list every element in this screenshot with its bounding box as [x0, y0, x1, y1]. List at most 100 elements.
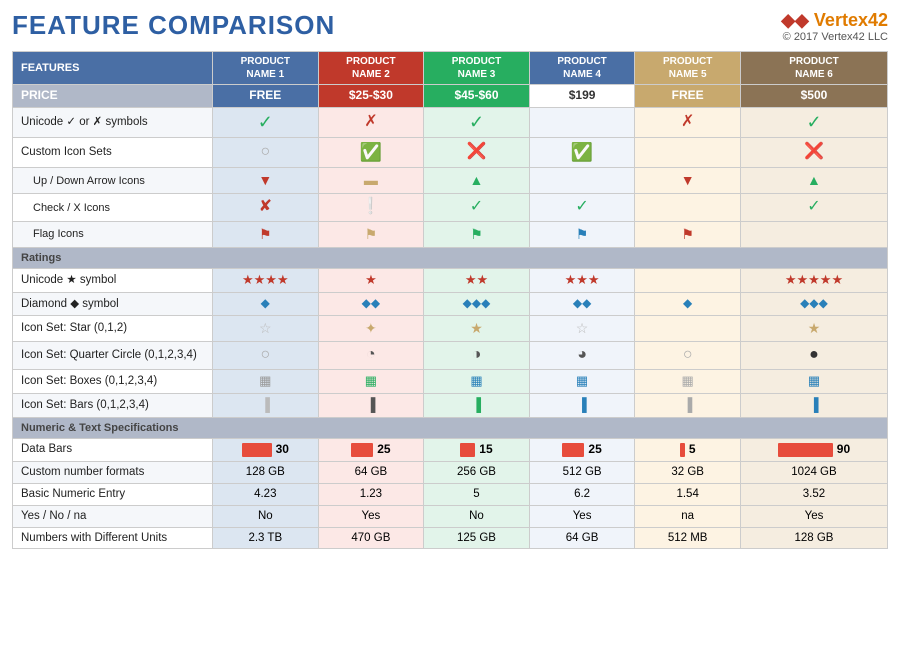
- u-p1: 2.3 TB: [213, 527, 319, 549]
- iconset-star-row: Icon Set: Star (0,1,2) ☆ ✦ ★ ☆ ★: [13, 316, 888, 342]
- arrow-p4: [529, 168, 635, 194]
- feature-unicode: Unicode ✓ or ✗ symbols: [13, 107, 213, 137]
- star-icon: ★★★★★: [785, 272, 843, 287]
- checkx-p4: ✓: [529, 194, 635, 222]
- nf-p5: 32 GB: [635, 461, 741, 483]
- nf-p6: 1024 GB: [740, 461, 887, 483]
- databars-row: Data Bars 30 25 15: [13, 439, 888, 462]
- comparison-table: FEATURES PRODUCTNAME 1 PRODUCTNAME 2 PRO…: [12, 51, 888, 549]
- bars-icon: ▐: [577, 397, 586, 412]
- feature-star: Unicode ★ symbol: [13, 269, 213, 293]
- star-gold-icon: ★: [470, 320, 483, 336]
- yn-p1: No: [213, 505, 319, 527]
- main-title: FEATURE COMPARISON: [12, 10, 335, 41]
- databar-p5: 5: [639, 442, 736, 458]
- flag-p2: ⚑: [318, 222, 424, 248]
- brand-name: Vertex42: [814, 10, 888, 30]
- yn-p3: No: [424, 505, 530, 527]
- diamond-icon: ◆◆: [362, 296, 380, 310]
- ne-p2: 1.23: [318, 483, 424, 505]
- feature-iconset-boxes: Icon Set: Boxes (0,1,2,3,4): [13, 369, 213, 393]
- check-icon: ✓: [470, 198, 483, 215]
- feature-numeric-entry: Basic Numeric Entry: [13, 483, 213, 505]
- feature-numfmt: Custom number formats: [13, 461, 213, 483]
- feature-yesno: Yes / No / na: [13, 505, 213, 527]
- flag-p1: ⚑: [213, 222, 319, 248]
- unicode-row: Unicode ✓ or ✗ symbols ✓ ✗ ✓ ✗ ✓: [13, 107, 888, 137]
- col-p1: PRODUCTNAME 1: [213, 52, 319, 85]
- logo-area: ◆◆ Vertex42 © 2017 Vertex42 LLC: [781, 10, 888, 43]
- star-p1: ★★★★: [213, 269, 319, 293]
- flag-icon: ⚑: [365, 226, 378, 242]
- db-value-p3: 15: [479, 442, 492, 458]
- cis-p4: ✅: [529, 137, 635, 167]
- diamond-p1: ◆: [213, 293, 319, 316]
- databar-p6: 90: [745, 442, 883, 458]
- yn-p6: Yes: [740, 505, 887, 527]
- bars-icon: ▐: [472, 397, 481, 412]
- bar-p2: ▐: [318, 393, 424, 417]
- box-p6: ▦: [740, 369, 887, 393]
- db-p2: 25: [318, 439, 424, 462]
- diamond-icon: ◆◆◆: [800, 296, 828, 310]
- db-p6: 90: [740, 439, 887, 462]
- cis-p1: ○: [213, 137, 319, 167]
- price-p3: $45-$60: [424, 85, 530, 108]
- db-value-p2: 25: [377, 442, 390, 458]
- box-p4: ▦: [529, 369, 635, 393]
- yn-p4: Yes: [529, 505, 635, 527]
- flag-icon: ⚑: [576, 226, 589, 242]
- yesno-row: Yes / No / na No Yes No Yes na Yes: [13, 505, 888, 527]
- arrow-down-icon: ▼: [681, 172, 695, 188]
- star-p3: ★★: [424, 269, 530, 293]
- price-p4: $199: [529, 85, 635, 108]
- db-p5: 5: [635, 439, 741, 462]
- bar-visual: [778, 443, 833, 457]
- qc-p6: ●: [740, 342, 887, 370]
- ratings-label: Ratings: [13, 248, 888, 269]
- cis-p3: ❌: [424, 137, 530, 167]
- db-value-p5: 5: [689, 442, 696, 458]
- box-p1: ▦: [213, 369, 319, 393]
- unicode-p1: ✓: [213, 107, 319, 137]
- bar-visual: [562, 443, 584, 457]
- checkx-p5: [635, 194, 741, 222]
- diamond-icon: ◆: [261, 296, 270, 310]
- box-icon: ▦: [470, 373, 482, 388]
- nf-p3: 256 GB: [424, 461, 530, 483]
- box-icon: ▦: [808, 373, 820, 388]
- feature-diamond: Diamond ◆ symbol: [13, 293, 213, 316]
- diamond-icon: ◆: [683, 296, 692, 310]
- price-p5: FREE: [635, 85, 741, 108]
- u-p5: 512 MB: [635, 527, 741, 549]
- cross-icon: ✗: [364, 113, 377, 130]
- copyright: © 2017 Vertex42 LLC: [781, 31, 888, 43]
- yn-p5: na: [635, 505, 741, 527]
- flag-p5: ⚑: [635, 222, 741, 248]
- price-p2: $25-$30: [318, 85, 424, 108]
- units-row: Numbers with Different Units 2.3 TB 470 …: [13, 527, 888, 549]
- databar-p2: 25: [323, 442, 420, 458]
- feature-flags: Flag Icons: [13, 222, 213, 248]
- numeric-section: Numeric & Text Specifications: [13, 417, 888, 438]
- col-p5: PRODUCTNAME 5: [635, 52, 741, 85]
- diamond-p2: ◆◆: [318, 293, 424, 316]
- bars-icon: ▐: [366, 397, 375, 412]
- check-icon: ✓: [575, 198, 588, 215]
- nf-p4: 512 GB: [529, 461, 635, 483]
- nf-p2: 64 GB: [318, 461, 424, 483]
- flag-p4: ⚑: [529, 222, 635, 248]
- unicode-p5: ✗: [635, 107, 741, 137]
- iconset-bars-row: Icon Set: Bars (0,1,2,3,4) ▐ ▐ ▐ ▐ ▐ ▐: [13, 393, 888, 417]
- flag-p3: ⚑: [424, 222, 530, 248]
- star-icon: ★★★★: [242, 272, 289, 287]
- databar-p1: 30: [217, 442, 314, 458]
- bar-visual: [242, 443, 272, 457]
- price-row: PRICE FREE $25-$30 $45-$60 $199 FREE $50…: [13, 85, 888, 108]
- iconset-qcircle-row: Icon Set: Quarter Circle (0,1,2,3,4) ○ ◔…: [13, 342, 888, 370]
- arrow-p5: ▼: [635, 168, 741, 194]
- feature-arrows: Up / Down Arrow Icons: [13, 168, 213, 194]
- u-p3: 125 GB: [424, 527, 530, 549]
- box-p3: ▦: [424, 369, 530, 393]
- box-p5: ▦: [635, 369, 741, 393]
